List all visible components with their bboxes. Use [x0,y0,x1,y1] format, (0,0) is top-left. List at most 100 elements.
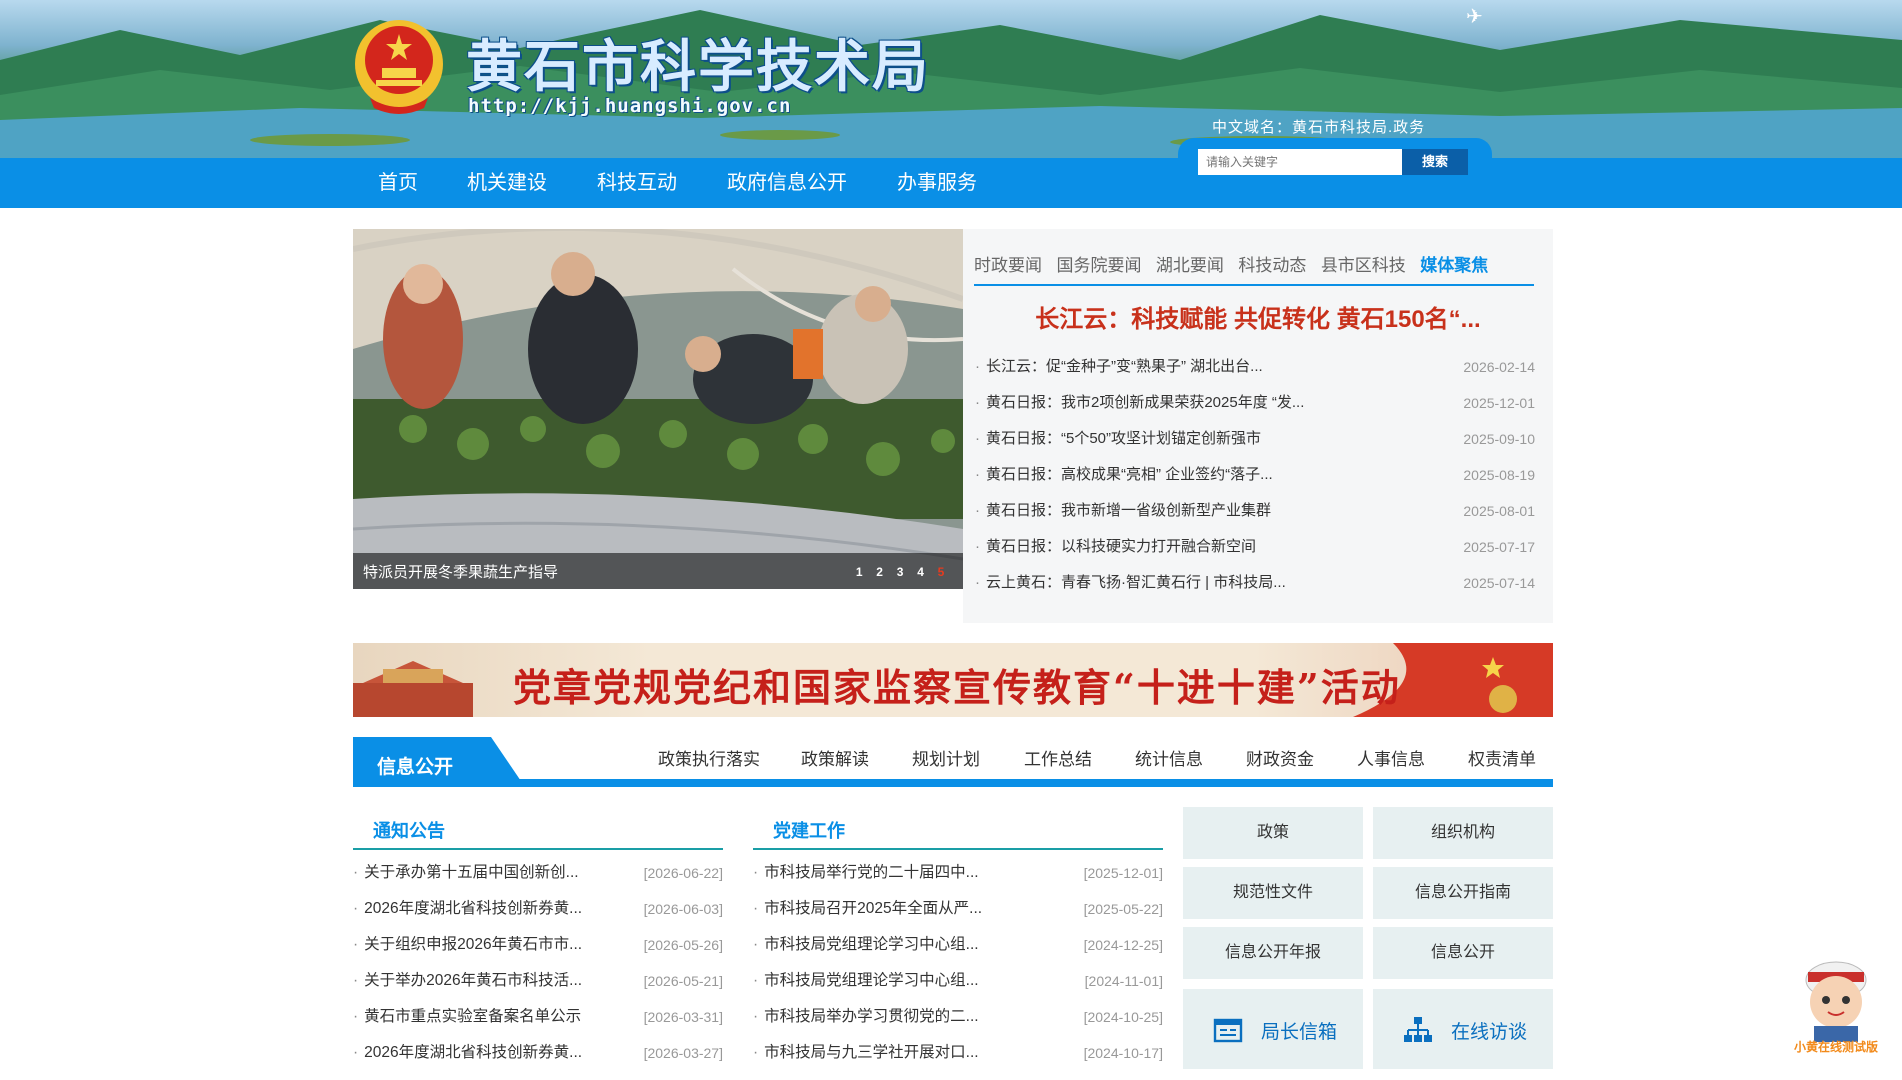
news-item-date: 2025-07-14 [1463,575,1535,591]
tab-state-council-news[interactable]: 国务院要闻 [1056,251,1141,276]
news-item[interactable]: · 黄石日报：我市新增一省级创新型产业集群 2025-08-01 [975,493,1535,529]
news-item-title: 云上黄石：青春飞扬·智汇黄石行 | 市科技局... [986,574,1286,591]
nav-item-services[interactable]: 办事服务 [897,158,977,208]
subnav-work-summary[interactable]: 工作总结 [1024,745,1092,770]
news-item[interactable]: · 黄石日报：我市2项创新成果荣获2025年度 “发... 2025-12-01 [975,385,1535,421]
slide-caption-bar: 特派员开展冬季果蔬生产指导 1 2 3 4 5 [353,553,963,589]
bullet-icon: · [753,1008,759,1025]
news-item-date: 2025-08-19 [1463,467,1535,483]
party-item[interactable]: · 市科技局举行党的二十届四中... [2025-12-01] [753,855,1163,891]
main-navigation: 首页 机关建设 科技互动 政府信息公开 办事服务 [0,158,1902,208]
news-item-date: 2026-02-14 [1463,359,1535,375]
bullet-icon: · [975,502,980,519]
party-item[interactable]: · 市科技局党组理论学习中心组... [2024-11-01] [753,963,1163,999]
notice-date: [2026-03-27] [643,1045,723,1061]
bullet-icon: · [353,1044,359,1061]
director-mailbox-label: 局长信箱 [1261,1022,1338,1043]
nav-item-agency-building[interactable]: 机关建设 [467,158,547,208]
notice-item[interactable]: · 黄石市重点实验室备案名单公示 [2026-03-31] [353,999,723,1035]
quick-link-policy[interactable]: 政策 [1183,807,1363,859]
campaign-banner[interactable]: 党章党规党纪和国家监察宣传教育“十进十建”活动 [353,643,1553,717]
news-item-date: 2025-12-01 [1463,395,1535,411]
nav-item-tech-interaction[interactable]: 科技互动 [597,158,677,208]
quick-link-annual-report[interactable]: 信息公开年报 [1183,927,1363,979]
headline-link[interactable]: 长江云：科技赋能 共促转化 黄石150名“... [963,299,1553,334]
tab-county-tech[interactable]: 县市区科技 [1321,251,1406,276]
party-item[interactable]: · 市科技局召开2025年全面从严... [2025-05-22] [753,891,1163,927]
party-item-date: [2024-10-25] [1083,1009,1163,1025]
notice-item[interactable]: · 关于承办第十五届中国创新创... [2026-06-22] [353,855,723,891]
subnav-responsibility-list[interactable]: 权责清单 [1468,745,1536,770]
news-item[interactable]: · 云上黄石：青春飞扬·智汇黄石行 | 市科技局... 2025-07-14 [975,565,1535,601]
bullet-icon: · [753,1044,759,1061]
slide-dot-2[interactable]: 2 [872,565,888,579]
subnav-policy-implementation[interactable]: 政策执行落实 [658,745,760,770]
notices-title[interactable]: 通知公告 [373,817,445,843]
search-input[interactable] [1198,149,1402,175]
party-work-title[interactable]: 党建工作 [773,817,845,843]
news-item[interactable]: · 黄石日报：以科技硬实力打开融合新空间 2025-07-17 [975,529,1535,565]
slide-dot-3[interactable]: 3 [892,565,908,579]
notice-title: 黄石市重点实验室备案名单公示 [364,1008,582,1025]
slide-pagination: 1 2 3 4 5 [851,563,949,581]
subnav-personnel[interactable]: 人事信息 [1357,745,1425,770]
tab-hubei-news[interactable]: 湖北要闻 [1156,251,1224,276]
tab-media-focus[interactable]: 媒体聚焦 [1420,251,1488,276]
online-interview-label: 在线访谈 [1451,1022,1528,1043]
notice-date: [2026-05-21] [643,973,723,989]
subnav-policy-interpretation[interactable]: 政策解读 [801,745,869,770]
notice-date: [2026-06-03] [643,901,723,917]
party-item-title: 市科技局举办学习贯彻党的二... [764,1008,979,1025]
notice-title: 关于举办2026年黄石市科技活... [364,972,583,989]
notice-date: [2026-05-26] [643,937,723,953]
party-work-header: 党建工作 [753,807,1163,850]
quick-link-disclosure-guide[interactable]: 信息公开指南 [1373,867,1553,919]
news-photo-slider[interactable]: 特派员开展冬季果蔬生产指导 1 2 3 4 5 [353,229,963,589]
notices-header: 通知公告 [353,807,723,850]
notice-item[interactable]: · 2026年度湖北省科技创新券黄... [2026-03-27] [353,1035,723,1071]
news-tab-bar: 时政要闻 国务院要闻 湖北要闻 科技动态 县市区科技 媒体聚焦 [974,251,1534,286]
party-item-date: [2024-12-25] [1083,937,1163,953]
slide-dot-4[interactable]: 4 [913,565,929,579]
slide-dot-5[interactable]: 5 [933,565,949,579]
assistant-mascot-widget[interactable]: 小黄在线测试版 [1778,944,1894,1062]
nav-item-gov-info-disclosure[interactable]: 政府信息公开 [727,158,847,208]
tab-current-affairs[interactable]: 时政要闻 [974,251,1042,276]
news-item-date: 2025-08-01 [1463,503,1535,519]
notice-item[interactable]: · 关于组织申报2026年黄石市市... [2026-05-26] [353,927,723,963]
quick-link-normative-documents[interactable]: 规范性文件 [1183,867,1363,919]
info-disclosure-title: 信息公开 [377,757,454,778]
slide-dot-1[interactable]: 1 [851,565,867,579]
online-interview-button[interactable]: 在线访谈 [1373,989,1553,1069]
news-list: · 长江云：促“金种子”变“熟果子” 湖北出台... 2026-02-14 · 黄石日… [975,349,1535,601]
notice-title: 关于承办第十五届中国创新创... [364,864,579,881]
party-item[interactable]: · 市科技局举办学习贯彻党的二... [2024-10-25] [753,999,1163,1035]
news-item[interactable]: · 黄石日报：“5个50”攻坚计划锚定创新强市 2025-09-10 [975,421,1535,457]
party-item[interactable]: · 市科技局与九三学社开展对口... [2024-10-17] [753,1035,1163,1071]
bullet-icon: · [975,358,980,375]
news-item-date: 2025-07-17 [1463,539,1535,555]
notice-date: [2026-03-31] [643,1009,723,1025]
party-item-date: [2024-10-17] [1083,1045,1163,1061]
party-item-date: [2025-12-01] [1083,865,1163,881]
quick-link-info-disclosure[interactable]: 信息公开 [1373,927,1553,979]
quick-link-organization[interactable]: 组织机构 [1373,807,1553,859]
search-button[interactable]: 搜索 [1402,149,1468,175]
notice-date: [2026-06-22] [643,865,723,881]
director-mailbox-button[interactable]: 局长信箱 [1183,989,1363,1069]
site-url: http://kjj.huangshi.gov.cn [468,95,792,117]
nav-item-home[interactable]: 首页 [378,158,418,208]
notice-item[interactable]: · 关于举办2026年黄石市科技活... [2026-05-21] [353,963,723,999]
subnav-statistics[interactable]: 统计信息 [1135,745,1203,770]
tab-tech-updates[interactable]: 科技动态 [1238,251,1306,276]
subnav-finance[interactable]: 财政资金 [1246,745,1314,770]
subnav-planning[interactable]: 规划计划 [912,745,980,770]
bullet-icon: · [975,466,980,483]
news-item-title: 黄石日报：我市新增一省级创新型产业集群 [986,502,1272,519]
news-item[interactable]: · 黄石日报：高校成果“亮相” 企业签约“落子... 2025-08-19 [975,457,1535,493]
party-item-title: 市科技局与九三学社开展对口... [764,1044,979,1061]
news-item[interactable]: · 长江云：促“金种子”变“熟果子” 湖北出台... 2026-02-14 [975,349,1535,385]
search-box: 搜索 [1178,138,1492,180]
notice-item[interactable]: · 2026年度湖北省科技创新券黄... [2026-06-03] [353,891,723,927]
party-item[interactable]: · 市科技局党组理论学习中心组... [2024-12-25] [753,927,1163,963]
